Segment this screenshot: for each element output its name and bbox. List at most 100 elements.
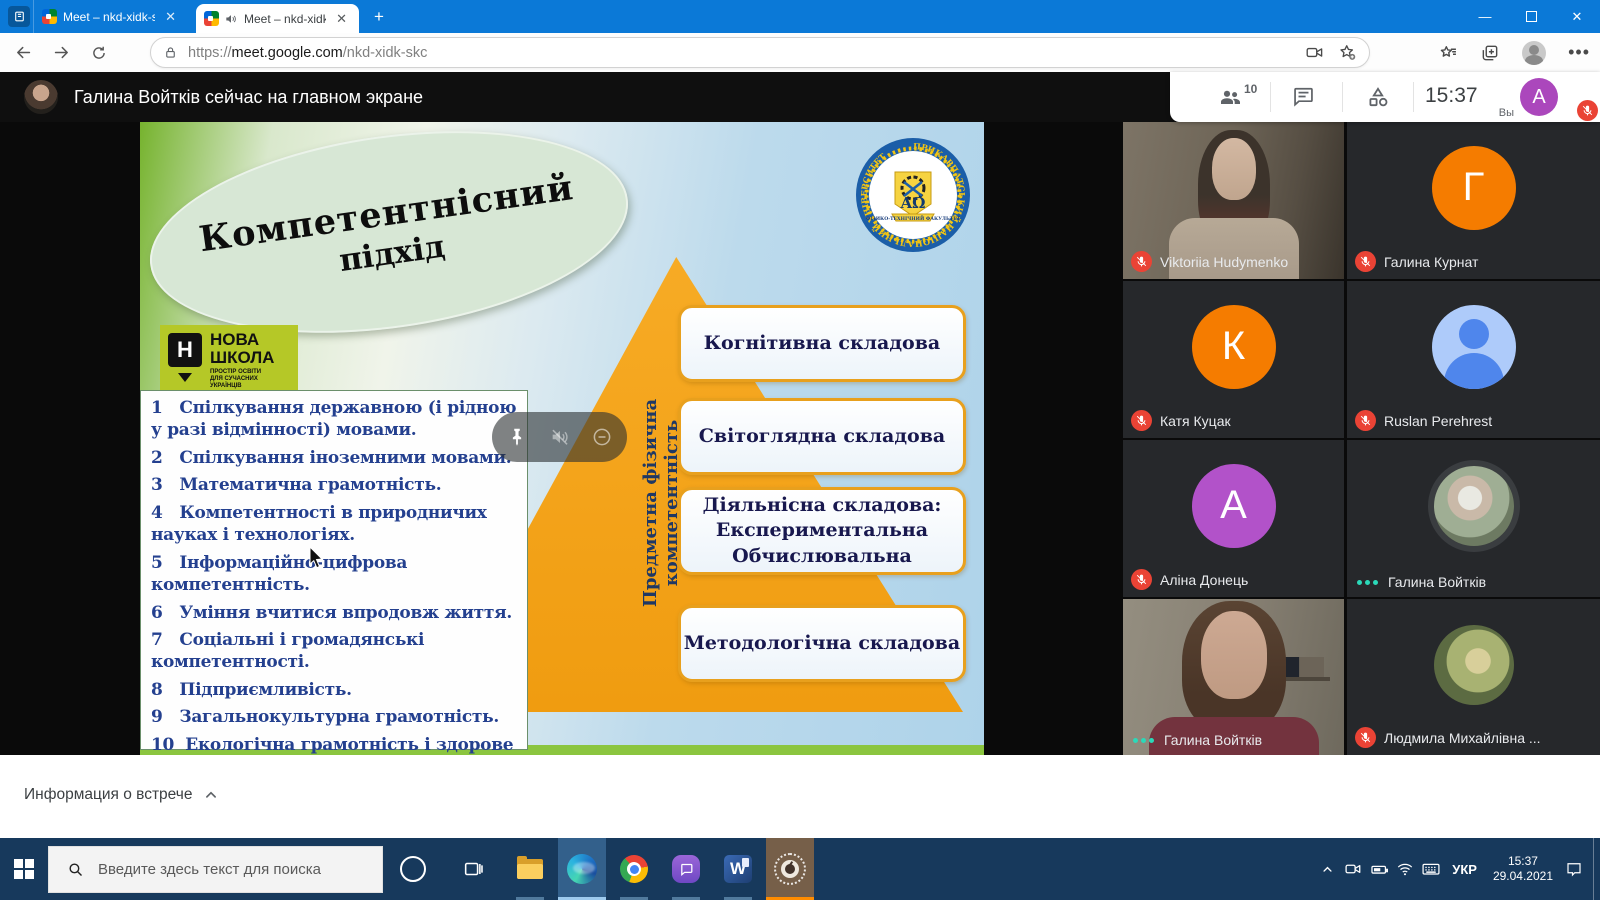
pyramid-axis-label: Предметна фізична компетентність	[640, 328, 682, 678]
meet-stage: Галина Войтків сейчас на главном экране …	[0, 72, 1600, 755]
recorder-button[interactable]	[766, 838, 814, 900]
photo-avatar	[1434, 466, 1514, 546]
presenter-avatar	[24, 80, 58, 114]
windows-taskbar: Введите здесь текст для поиска W УКР 15:…	[0, 838, 1600, 900]
browser-tab-1[interactable]: Meet – nkd-xidk-skc ✕	[33, 0, 188, 33]
meet-now-icon[interactable]	[1340, 838, 1366, 900]
you-label: Вы	[1499, 107, 1514, 119]
pyramid-box-activity: Діяльнісна складова:ЕкспериментальнаОбчи…	[678, 487, 966, 575]
pyramid-box-cognitive: Когнітивна складова	[678, 305, 966, 382]
participant-name: Viktoriia Hudymenko	[1160, 254, 1288, 270]
window-close-button[interactable]: ✕	[1554, 0, 1600, 33]
search-placeholder: Введите здесь текст для поиска	[98, 861, 321, 878]
edge-button[interactable]	[558, 838, 606, 900]
wifi-icon[interactable]	[1392, 838, 1418, 900]
window-minimize-button[interactable]: —	[1462, 0, 1508, 33]
participant-name: Галина Курнат	[1384, 254, 1478, 270]
tab-close-icon[interactable]: ✕	[161, 8, 180, 25]
task-view-button[interactable]	[449, 838, 497, 900]
list-item: 8 Підприємливість.	[151, 679, 519, 701]
meeting-info-button[interactable]: Информация о встрече	[24, 786, 220, 804]
camera-permission-icon[interactable]	[1305, 43, 1324, 62]
profile-avatar[interactable]	[1522, 41, 1546, 65]
file-explorer-button[interactable]	[506, 838, 554, 900]
address-bar[interactable]: https://meet.google.com/nkd-xidk-skc	[150, 37, 1370, 68]
participant-tile[interactable]: А Аліна Донець	[1123, 440, 1344, 597]
self-avatar[interactable]: A	[1520, 78, 1558, 116]
forward-button[interactable]	[46, 38, 76, 68]
new-tab-button[interactable]: +	[368, 6, 390, 28]
list-item: 7 Соціальні і громадянські компетентност…	[151, 629, 519, 674]
participant-name: Галина Войтків	[1164, 732, 1262, 748]
shared-presentation[interactable]: Компетентнісний підхід ПРИКАРПАТСЬКИЙ НА…	[140, 122, 984, 755]
browser-menu-icon[interactable]: •••	[1568, 42, 1590, 63]
mic-muted-badge	[1355, 251, 1376, 272]
pin-icon[interactable]	[506, 426, 528, 448]
taskbar-search[interactable]: Введите здесь текст для поиска	[48, 846, 383, 893]
participant-name: Аліна Донець	[1160, 572, 1248, 588]
participant-tile[interactable]: Ruslan Perehrest	[1347, 281, 1600, 438]
taskbar-clock[interactable]: 15:3729.04.2021	[1485, 854, 1561, 884]
tile-hover-controls	[492, 412, 627, 462]
tab-close-icon[interactable]: ✕	[332, 10, 351, 27]
browser-tab-2-active[interactable]: Meet – nkd-xidk-skc ✕	[196, 4, 359, 33]
list-item: 9 Загальнокультурна грамотність.	[151, 706, 519, 728]
mic-muted-badge	[1131, 251, 1152, 272]
reload-button[interactable]	[84, 38, 114, 68]
back-button[interactable]	[8, 38, 38, 68]
pyramid-box-methodology: Методологічна складова	[678, 605, 966, 682]
chrome-button[interactable]	[610, 838, 658, 900]
url-text: https://meet.google.com/nkd-xidk-skc	[188, 45, 1291, 61]
window-maximize-button[interactable]	[1508, 0, 1554, 33]
tab-title: Meet – nkd-xidk-skc	[244, 12, 326, 26]
speaking-indicator	[1131, 738, 1156, 743]
meet-top-panel: 10 15:37 Вы A	[1170, 72, 1600, 122]
list-item: 1 Спілкування державною (і рідною у разі…	[151, 397, 519, 442]
mouse-cursor	[308, 546, 326, 570]
chat-icon[interactable]	[1292, 85, 1315, 108]
start-button[interactable]	[14, 859, 34, 879]
cortana-button[interactable]	[389, 838, 437, 900]
participant-tile[interactable]: Галина Войтків	[1347, 440, 1600, 597]
browser-toolbar: https://meet.google.com/nkd-xidk-skc •••	[0, 33, 1600, 73]
participant-tile[interactable]: Г Галина Курнат	[1347, 122, 1600, 279]
tab-title: Meet – nkd-xidk-skc	[63, 10, 155, 24]
search-icon	[67, 861, 84, 878]
remove-tile-icon[interactable]	[591, 426, 613, 448]
word-button[interactable]: W	[714, 838, 762, 900]
speaking-indicator	[1355, 580, 1380, 585]
touch-keyboard-icon[interactable]	[1418, 838, 1444, 900]
participant-name: Ruslan Perehrest	[1384, 413, 1492, 429]
list-item: 3 Математична грамотність.	[151, 474, 519, 496]
pyramid-box-worldview: Світоглядна складова	[678, 398, 966, 475]
participant-tile[interactable]: Людмила Михайлівна ...	[1347, 599, 1600, 755]
tab-audio-icon[interactable]	[224, 12, 238, 26]
participant-tile[interactable]: К Катя Куцак	[1123, 281, 1344, 438]
show-desktop-button[interactable]	[1593, 838, 1600, 900]
presenting-banner-text: Галина Войтків сейчас на главном экране	[74, 87, 423, 108]
list-item: 2 Спілкування іноземними мовами.	[151, 447, 519, 469]
participants-icon[interactable]	[1218, 85, 1242, 109]
favorites-icon[interactable]	[1438, 43, 1458, 63]
initial-avatar: Г	[1432, 146, 1516, 230]
mic-muted-badge	[1131, 569, 1152, 590]
tray-expand-icon[interactable]	[1314, 838, 1340, 900]
collections-icon[interactable]	[1480, 43, 1500, 63]
tab-actions-button[interactable]	[8, 6, 30, 27]
tile-audio-off-icon[interactable]	[549, 426, 571, 448]
meeting-clock: 15:37	[1425, 84, 1478, 108]
participant-tile[interactable]: Галина Войтків	[1123, 599, 1344, 755]
language-indicator[interactable]: УКР	[1444, 862, 1485, 877]
viber-button[interactable]	[662, 838, 710, 900]
participant-name: Катя Куцак	[1160, 413, 1231, 429]
add-favorite-icon[interactable]	[1338, 43, 1357, 62]
browser-titlebar: Meet – nkd-xidk-skc ✕ Meet – nkd-xidk-sk…	[0, 0, 1600, 33]
list-item: 4 Компетентності в природничих науках і …	[151, 502, 519, 547]
battery-icon[interactable]	[1366, 838, 1392, 900]
nova-arrow-icon	[178, 373, 192, 382]
university-emblem: ПРИКАРПАТСЬКИЙ НАЦІОНАЛЬНИЙ УНІВЕРСИТЕТ …	[854, 136, 972, 254]
action-center-icon[interactable]	[1561, 838, 1587, 900]
activities-icon[interactable]	[1366, 85, 1390, 109]
participant-tile[interactable]: Viktoriia Hudymenko	[1123, 122, 1344, 279]
meet-favicon	[42, 9, 57, 24]
